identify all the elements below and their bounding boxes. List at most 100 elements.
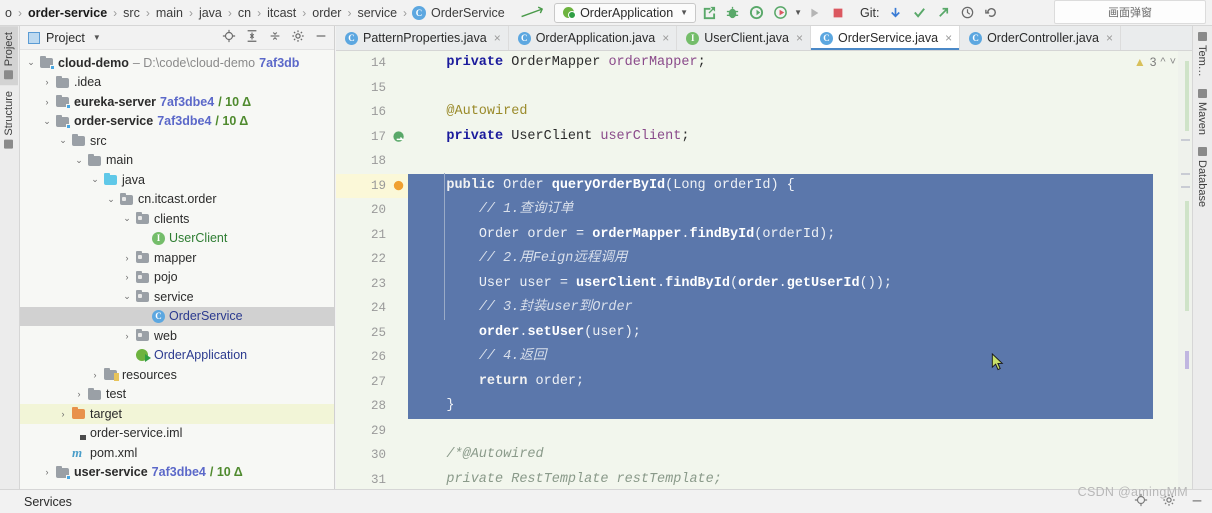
breadcrumb-item-cn[interactable]: cn [237,6,252,20]
code-line-17[interactable]: private UserClient userClient; [408,125,1192,150]
breadcrumb-item-main[interactable]: main [155,6,184,20]
code-line-19[interactable]: public Order queryOrderById(Long orderId… [408,173,1192,198]
code-editor[interactable]: 1415161718192021222324252627282930313233… [336,51,1192,511]
chevron-down-icon[interactable]: ⌄ [122,291,132,302]
git-update-project-button[interactable] [883,2,907,24]
chevron-right-icon[interactable]: › [42,77,52,87]
code-line-30[interactable]: /*@Autowired [408,443,1192,468]
tree-node-service[interactable]: ⌄ service [20,287,334,307]
screen-recording-overlay[interactable]: 画面弹窗 [1054,0,1206,24]
breadcrumb-current-class[interactable]: C OrderService [412,5,506,20]
editor-tab-orderapplication-java[interactable]: C OrderApplication.java × [509,26,678,50]
gutter-line-20[interactable]: 20 [336,198,408,223]
close-icon[interactable]: × [662,31,669,45]
gutter-line-22[interactable]: 22 [336,247,408,272]
next-problem-icon[interactable]: ˅ [1170,56,1176,68]
left-tab-project[interactable]: Project [0,26,18,86]
tree-node-web[interactable]: › web [20,326,334,346]
project-view-chevron-icon[interactable]: ▼ [93,33,101,42]
collapse-all-icon[interactable] [268,29,282,46]
close-icon[interactable]: × [494,31,501,45]
stop-button[interactable] [826,2,850,24]
gutter-line-26[interactable]: 26 [336,345,408,370]
project-tree[interactable]: ⌄ cloud-demo – D:\code\cloud-demo 7af3db ›… [20,50,334,488]
close-icon[interactable]: × [945,31,952,45]
tree-node-resources[interactable]: › resources [20,365,334,385]
expand-all-icon[interactable] [245,29,259,46]
chevron-right-icon[interactable]: › [122,272,132,282]
editor-marker-bar[interactable] [1178,51,1192,489]
editor-code-content[interactable]: private OrderMapper orderMapper; @Autowi… [408,51,1192,489]
chevron-down-icon[interactable]: ⌄ [26,57,36,68]
tree-node-orderservice[interactable]: ›COrderService [20,306,334,326]
close-icon[interactable]: × [796,31,803,45]
code-line-25[interactable]: order.setUser(user); [408,320,1192,345]
tree-node-cn-itcast-order[interactable]: ⌄ cn.itcast.order [20,190,334,210]
chevron-down-icon[interactable]: ⌄ [106,194,116,205]
code-line-31[interactable]: private RestTemplate restTemplate; [408,468,1192,490]
implemented-interface-icon[interactable] [392,130,407,145]
tree-node-order-service-iml[interactable]: ›order-service.iml [20,424,334,444]
chevron-down-icon[interactable]: ⌄ [42,116,52,127]
attach-debugger-button[interactable] [802,2,826,24]
chevron-right-icon[interactable]: › [42,467,52,477]
tree-node-main[interactable]: ⌄ main [20,151,334,171]
breadcrumb-item-o[interactable]: o [4,6,13,20]
gutter-line-14[interactable]: 14 [336,51,408,76]
tree-node-order-service[interactable]: ⌄ order-service 7af3dbe4 / 10 Δ [20,112,334,132]
gutter-line-21[interactable]: 21 [336,223,408,248]
tree-node-eureka-server[interactable]: › eureka-server 7af3dbe4 / 10 Δ [20,92,334,112]
git-history-button[interactable] [955,2,979,24]
gutter-line-28[interactable]: 28 [336,394,408,419]
chevron-down-icon[interactable]: ⌄ [58,135,68,146]
gutter-line-29[interactable]: 29 [336,419,408,444]
code-line-14[interactable]: private OrderMapper orderMapper; [408,51,1192,76]
gutter-line-30[interactable]: 30 [336,443,408,468]
tree-node-target[interactable]: › target [20,404,334,424]
run-button[interactable] [696,2,720,24]
chevron-right-icon[interactable]: › [74,389,84,399]
breadcrumb-item-order[interactable]: order [311,6,342,20]
gutter-line-19[interactable]: 19 [336,173,408,198]
tree-node-clients[interactable]: ⌄ clients [20,209,334,229]
git-push-button[interactable] [931,2,955,24]
editor-tab-ordercontroller-java[interactable]: C OrderController.java × [960,26,1121,50]
debug-button[interactable] [720,2,744,24]
editor-gutter[interactable]: 1415161718192021222324252627282930313233… [336,51,408,511]
chevron-right-icon[interactable]: › [90,370,100,380]
code-line-16[interactable]: @Autowired [408,100,1192,125]
back-arrow-icon[interactable]: ⟶ [517,0,547,26]
inspection-status[interactable]: ▲ 3 ^ ˅ [1134,55,1176,69]
right-tab-tem[interactable]: Tem… [1193,26,1211,83]
locate-file-icon[interactable] [222,29,236,46]
chevron-right-icon[interactable]: › [58,409,68,419]
gutter-line-15[interactable]: 15 [336,76,408,101]
tree-node-orderapplication[interactable]: ›OrderApplication [20,346,334,366]
right-tab-maven[interactable]: Maven [1193,83,1211,141]
gutter-line-24[interactable]: 24 [336,296,408,321]
tree-node-src[interactable]: ⌄ src [20,131,334,151]
chevron-down-icon[interactable]: ⌄ [122,213,132,224]
gear-icon[interactable] [291,29,305,46]
code-line-20[interactable]: // 1.查询订单 [408,198,1192,223]
gutter-line-18[interactable]: 18 [336,149,408,174]
tree-node-user-service[interactable]: › user-service 7af3dbe4 / 10 Δ [20,463,334,483]
code-line-15[interactable] [408,76,1192,101]
tree-node-pojo[interactable]: › pojo [20,268,334,288]
status-hide-icon[interactable] [1190,493,1204,510]
tree-node-test[interactable]: › test [20,385,334,405]
breadcrumb-item-service[interactable]: service [356,6,398,20]
right-tab-database[interactable]: Database [1193,141,1211,213]
breadcrumb-item-java[interactable]: java [198,6,223,20]
gutter-line-16[interactable]: 16 [336,100,408,125]
hide-panel-icon[interactable] [314,29,328,46]
tree-node-cloud-demo[interactable]: ⌄ cloud-demo – D:\code\cloud-demo 7af3db [20,53,334,73]
left-tab-structure[interactable]: Structure [0,85,18,155]
chevron-right-icon[interactable]: › [42,97,52,107]
run-method-gutter-icon[interactable] [392,179,407,194]
code-line-21[interactable]: Order order = orderMapper.findById(order… [408,222,1192,247]
gutter-line-27[interactable]: 27 [336,370,408,395]
git-commit-button[interactable] [907,2,931,24]
breadcrumb[interactable]: o › order-service › src › main › java › cn › itcast ›… [4,6,398,20]
editor-tab-userclient-java[interactable]: I UserClient.java × [677,26,812,50]
